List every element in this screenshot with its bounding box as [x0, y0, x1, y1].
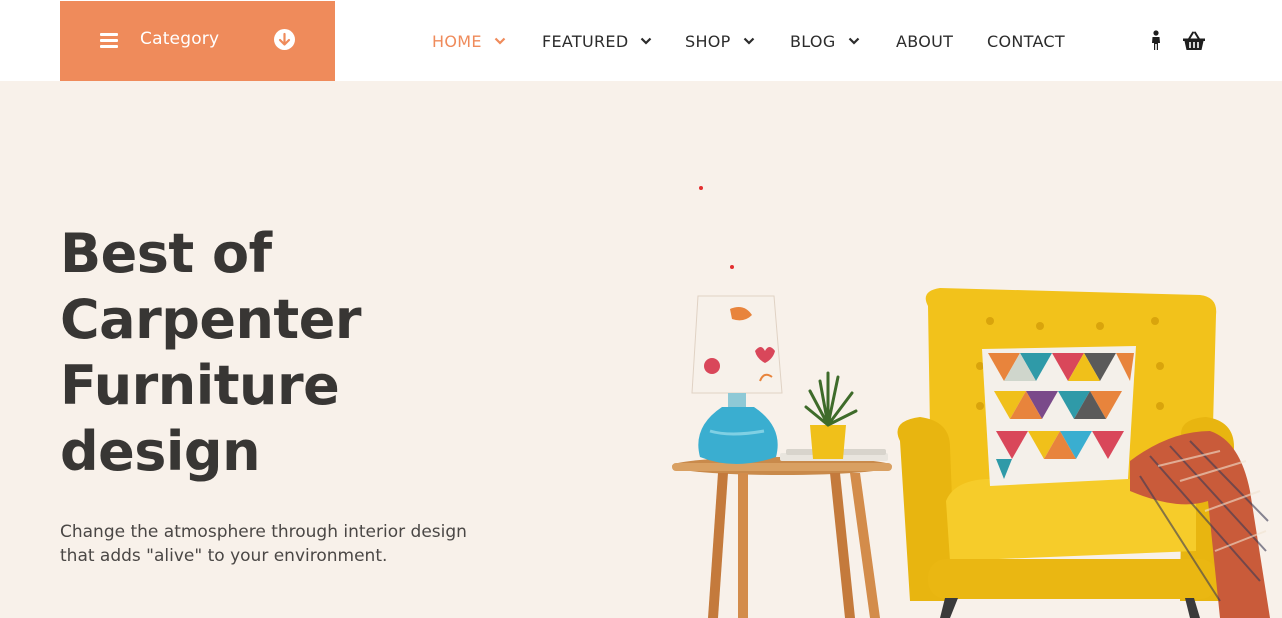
hero-title-line: design: [60, 420, 261, 483]
chevron-down-icon: [494, 37, 506, 45]
nav-blog[interactable]: BLOG: [790, 30, 860, 52]
nav-home-label: HOME: [432, 31, 482, 51]
side-table-image: [672, 449, 892, 618]
nav-home[interactable]: HOME: [432, 30, 506, 52]
chevron-down-icon: [641, 37, 652, 45]
table-lamp-image: [691, 295, 783, 464]
hero-title: Best of Carpenter Furniture design: [60, 221, 480, 485]
chevron-down-icon: [743, 37, 754, 45]
cart-icon[interactable]: [1182, 31, 1206, 55]
hero-section: Best of Carpenter Furniture design Chang…: [0, 81, 1282, 618]
nav-about[interactable]: ABOUT: [896, 30, 953, 52]
hero-title-line: Carpenter: [60, 288, 362, 351]
nav-featured-label: FEATURED: [542, 31, 629, 51]
hero-subtitle-line: that adds "alive" to your environment.: [60, 546, 388, 566]
arrow-down-circle-icon: [274, 29, 295, 50]
nav-blog-label: BLOG: [790, 31, 836, 51]
site-header: Category HOME FEATURED SHOP BLOG ABOUT C…: [0, 0, 1282, 81]
hamburger-icon: [100, 33, 118, 48]
chevron-down-icon: [848, 37, 859, 45]
yellow-armchair-image: [897, 288, 1270, 618]
hero-subtitle-line: Change the atmosphere through interior d…: [60, 522, 467, 542]
potted-plant-image: [804, 371, 858, 459]
nav-contact-label: CONTACT: [987, 31, 1065, 51]
nav-contact[interactable]: CONTACT: [987, 30, 1065, 52]
hero-subtitle: Change the atmosphere through interior d…: [60, 520, 510, 568]
user-icon[interactable]: [1148, 30, 1164, 55]
nav-shop-label: SHOP: [685, 31, 731, 51]
category-menu-button[interactable]: Category: [60, 1, 335, 81]
nav-shop[interactable]: SHOP: [685, 30, 755, 52]
nav-featured[interactable]: FEATURED: [542, 30, 652, 52]
hero-title-line: Best of: [60, 222, 272, 285]
furniture-illustration: [672, 288, 1270, 618]
category-label: Category: [140, 29, 220, 49]
nav-about-label: ABOUT: [896, 31, 954, 51]
hero-title-line: Furniture: [60, 354, 340, 417]
